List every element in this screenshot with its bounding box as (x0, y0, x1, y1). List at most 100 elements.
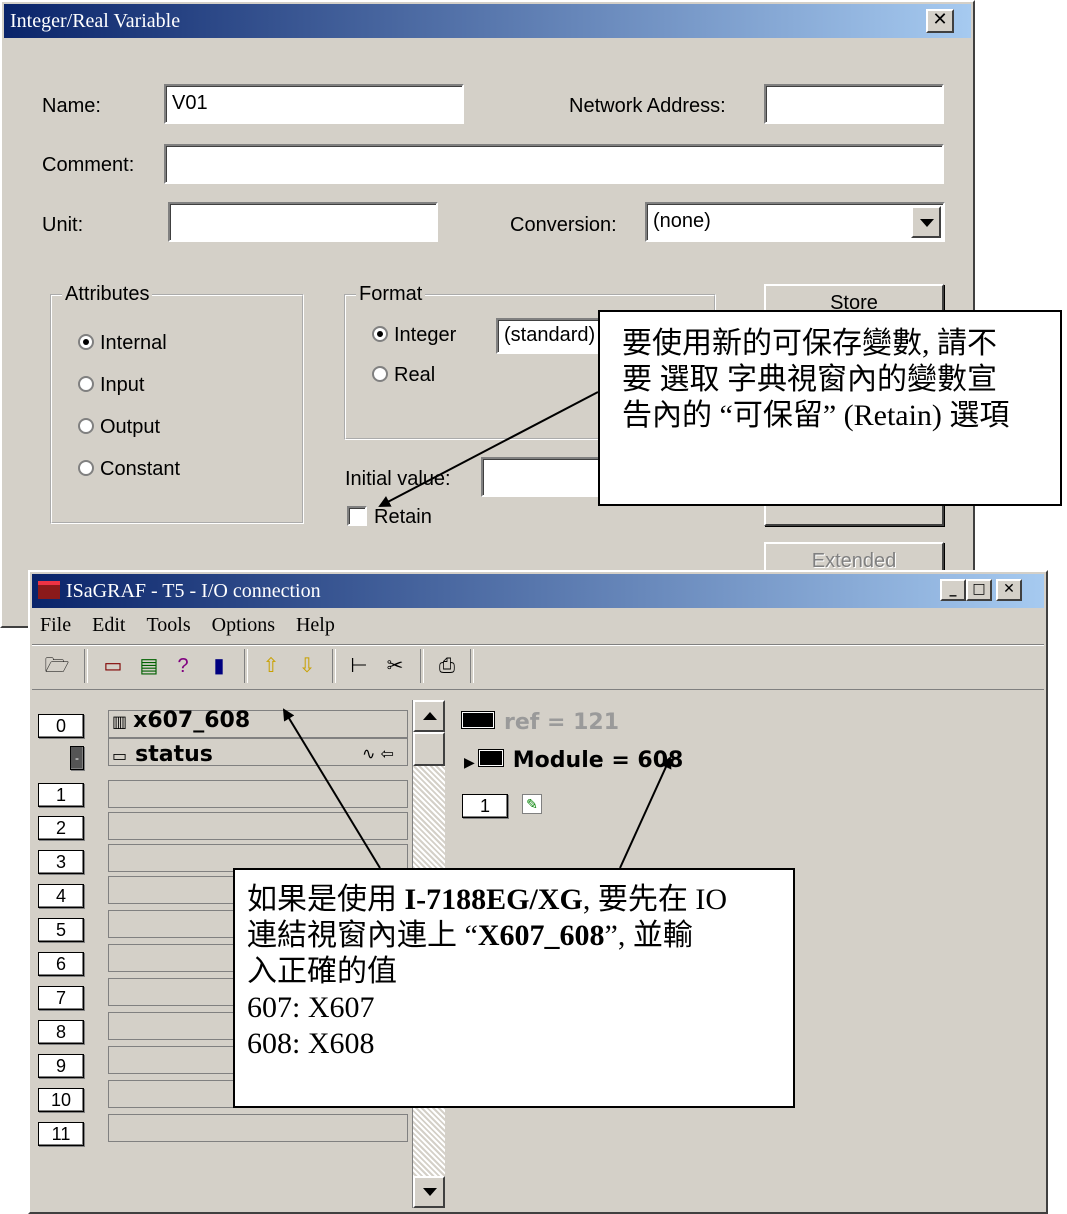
slot-number[interactable]: 5 (38, 918, 84, 942)
radio-label: Real (394, 364, 436, 386)
radio-internal[interactable]: Internal (78, 332, 167, 355)
unit-input[interactable] (168, 202, 438, 242)
minimize-button[interactable]: _ (940, 579, 966, 601)
callout-text: , 要先在 IO (582, 883, 728, 916)
menu-help[interactable]: Help (288, 610, 343, 641)
callout-line: 要 選取 字典視窗內的變數宣 (622, 363, 997, 396)
dialog-close-button[interactable]: ✕ (926, 9, 954, 33)
slot-number[interactable]: 3 (38, 850, 84, 874)
callout-bold: X607_608 (477, 919, 605, 952)
properties-icon[interactable]: ▤ (136, 653, 162, 679)
slot-row[interactable] (108, 1114, 408, 1142)
callout-line: 608: X608 (247, 1027, 375, 1060)
toolbar-separator (470, 649, 474, 683)
name-input[interactable]: V01 (164, 84, 464, 124)
slot-row[interactable] (108, 812, 408, 840)
toolbar-separator (420, 649, 424, 683)
callout-line: 告內的 “可保留” (Retain) 選項 (622, 399, 1010, 432)
radio-real[interactable]: Real (372, 364, 435, 387)
slot-number[interactable]: 4 (38, 884, 84, 908)
retain-callout: 要使用新的可保存變數, 請不 要 選取 字典視窗內的變數宣 告內的 “可保留” … (598, 310, 1062, 506)
comment-input[interactable] (164, 144, 944, 184)
window-title: ISaGRAF - T5 - I/O connection (66, 580, 321, 602)
callout-line: 如果是使用 I-7188EG/XG, 要先在 IO (247, 882, 793, 918)
slot-label: status (135, 742, 213, 767)
radio-dot (78, 460, 94, 476)
menu-edit[interactable]: Edit (84, 610, 133, 641)
attributes-group: Attributes Internal Input Output Constan… (50, 283, 304, 524)
tree-icon[interactable]: ⊢ (346, 653, 372, 679)
scroll-down-button[interactable] (413, 1176, 445, 1208)
toolbar-separator (332, 649, 336, 683)
slot-status-name: ▭ status (112, 742, 213, 767)
slot-board-name: ▥ x607_608 (112, 708, 250, 733)
maximize-icon: □ (972, 581, 986, 597)
dialog-titlebar: Integer/Real Variable (4, 4, 971, 38)
slot-number[interactable]: 8 (38, 1020, 84, 1044)
delete-icon[interactable]: ▮ (206, 653, 232, 679)
param-number[interactable]: 1 (462, 794, 508, 818)
open-icon[interactable]: 🗁 (44, 653, 70, 679)
minimize-icon: _ (949, 581, 957, 597)
menu-tools[interactable]: Tools (138, 610, 198, 641)
retain-checkbox[interactable] (347, 506, 367, 526)
slot-label: x607_608 (133, 708, 251, 733)
radio-label: Input (100, 374, 145, 396)
slot-number[interactable]: - (70, 746, 84, 770)
slot-row[interactable] (108, 780, 408, 808)
link-icon: ∿ ⇦ (362, 744, 394, 763)
board-icon[interactable]: ▭ (100, 653, 126, 679)
radio-dot (372, 326, 388, 342)
radio-output[interactable]: Output (78, 416, 160, 439)
network-address-input[interactable] (764, 84, 944, 124)
move-down-icon[interactable]: ⇩ (294, 653, 320, 679)
app-icon (38, 581, 60, 599)
expand-icon[interactable]: ▶ (464, 755, 475, 771)
initial-value-label: Initial value: (345, 468, 451, 490)
toolbar: 🗁 ▭ ▤ ? ▮ ⇧ ⇩ ⊢ ✂ ⎙ (32, 644, 1044, 690)
print-icon[interactable]: ⎙ (434, 653, 460, 679)
info-icon[interactable]: ? (170, 653, 196, 679)
move-up-icon[interactable]: ⇧ (258, 653, 284, 679)
radio-dot (372, 366, 388, 382)
close-button[interactable]: ✕ (996, 579, 1022, 601)
cut-icon[interactable]: ✂ (382, 653, 408, 679)
callout-line: 607: X607 (247, 991, 375, 1024)
callout-text: ”, 並輸 (604, 919, 693, 952)
radio-label: Output (100, 416, 161, 438)
module-chip-icon (478, 750, 503, 766)
slot-number[interactable]: 9 (38, 1054, 84, 1078)
radio-dot (78, 376, 94, 392)
edit-icon[interactable]: ✎ (522, 794, 542, 814)
menu-bar: File Edit Tools Options Help (32, 610, 1044, 644)
conversion-value: (none) (653, 210, 711, 232)
menu-options[interactable]: Options (204, 610, 283, 641)
network-address-label: Network Address: (569, 95, 726, 117)
slot-number[interactable]: 11 (38, 1122, 84, 1146)
slot-number[interactable]: 2 (38, 816, 84, 840)
radio-integer[interactable]: Integer (372, 324, 456, 347)
slot-number[interactable]: 7 (38, 986, 84, 1010)
toolbar-separator (244, 649, 248, 683)
board-icon: ▥ (112, 712, 128, 731)
menu-file[interactable]: File (32, 610, 79, 641)
slot-number[interactable]: 10 (38, 1088, 84, 1112)
radio-input[interactable]: Input (78, 374, 144, 397)
maximize-button[interactable]: □ (966, 579, 992, 601)
ref-text: ref = 121 (462, 710, 619, 735)
chevron-down-icon[interactable] (911, 206, 941, 238)
conversion-label: Conversion: (510, 214, 617, 236)
callout-line: 入正確的值 (247, 955, 397, 988)
slot-number[interactable]: 1 (38, 783, 84, 807)
callout-line: 連結視窗內連上 “X607_608”, 並輸 (247, 918, 793, 954)
ref-label: ref = 121 (504, 710, 620, 735)
scroll-up-button[interactable] (413, 700, 445, 732)
toolbar-separator (84, 649, 88, 683)
conversion-select[interactable]: (none) (645, 202, 945, 242)
slot-number[interactable]: 6 (38, 952, 84, 976)
slot-number[interactable]: 0 (38, 714, 84, 738)
scroll-thumb[interactable] (413, 732, 445, 766)
close-icon: ✕ (1003, 581, 1015, 597)
comment-label: Comment: (42, 154, 135, 176)
radio-constant[interactable]: Constant (78, 458, 180, 481)
